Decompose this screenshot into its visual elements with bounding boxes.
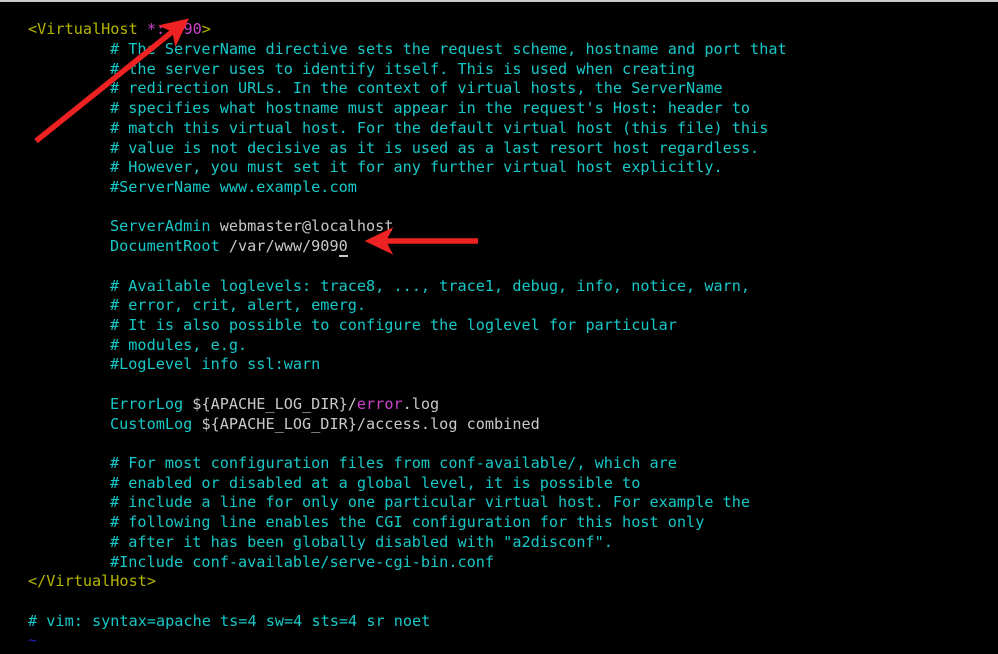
code-token: # redirection URLs. In the context of vi… — [110, 79, 723, 98]
code-token: </VirtualHost> — [28, 572, 157, 591]
code-token: ServerAdmin — [110, 217, 220, 236]
code-line: </VirtualHost> — [0, 572, 998, 592]
code-token: # For most configuration files from conf… — [110, 454, 677, 472]
code-line: ~ — [0, 631, 998, 651]
code-line: ServerAdmin webmaster@localhost — [0, 217, 998, 237]
code-line: # error, crit, alert, emerg. — [0, 296, 998, 316]
code-line: #LogLevel info ssl:warn — [0, 355, 998, 375]
code-token: # match this virtual host. For the defau… — [110, 118, 769, 137]
code-token: # following line enables the CGI configu… — [110, 513, 705, 532]
code-token: # vim: syntax=apache ts=4 sw=4 sts=4 sr … — [28, 611, 431, 630]
code-line: # vim: syntax=apache ts=4 sw=4 sts=4 sr … — [0, 612, 998, 632]
code-token: # error, crit, alert, emerg. — [110, 296, 367, 315]
code-token: # value is not decisive as it is used as… — [110, 138, 760, 157]
code-token: error — [356, 394, 403, 413]
code-line: # enabled or disabled at a global level,… — [0, 474, 998, 494]
code-token: webmaster@localhost — [219, 217, 394, 236]
code-token: CustomLog — [110, 414, 202, 433]
code-line: # specifies what hostname must appear in… — [0, 99, 998, 119]
code-line: # It is also possible to configure the l… — [0, 316, 998, 336]
code-token: # The ServerName directive sets the requ… — [110, 39, 787, 58]
code-line: # after it has been globally disabled wi… — [0, 533, 998, 553]
code-token: # after it has been globally disabled wi… — [110, 532, 613, 551]
code-line: # value is not decisive as it is used as… — [0, 139, 998, 159]
code-token: # It is also possible to configure the l… — [110, 315, 677, 334]
terminal-window[interactable]: <VirtualHost *:9090> # The ServerName dir… — [0, 0, 998, 654]
code-token: #Include conf-available/serve-cgi-bin.co… — [110, 552, 495, 571]
code-token: ${APACHE_LOG_DIR}/access.log combined — [201, 414, 540, 433]
code-line: # include a line for only one particular… — [0, 493, 998, 513]
code-token: .log — [402, 394, 440, 413]
code-token: #ServerName www.example.com — [110, 177, 357, 196]
code-line: # redirection URLs. In the context of vi… — [0, 79, 998, 99]
code-token: # Available loglevels: trace8, ..., trac… — [110, 276, 751, 295]
code-token: ${APACHE_LOG_DIR}/ — [192, 394, 357, 413]
code-line: # modules, e.g. — [0, 336, 998, 356]
code-token: # the server uses to identify itself. Th… — [110, 59, 696, 78]
code-token: DocumentRoot — [110, 237, 229, 256]
code-line: # Available loglevels: trace8, ..., trac… — [0, 277, 998, 297]
code-token: ErrorLog — [110, 394, 193, 413]
code-line: # match this virtual host. For the defau… — [0, 119, 998, 139]
code-token: ~ — [28, 631, 38, 650]
code-line: CustomLog ${APACHE_LOG_DIR}/access.log c… — [0, 415, 998, 435]
code-line: # the server uses to identify itself. Th… — [0, 60, 998, 80]
code-line: <VirtualHost *:9090> — [0, 20, 998, 40]
code-line: # The ServerName directive sets the requ… — [0, 40, 998, 60]
code-line: # following line enables the CGI configu… — [0, 513, 998, 533]
code-line: ErrorLog ${APACHE_LOG_DIR}/error.log — [0, 395, 998, 415]
code-token: > — [201, 20, 211, 39]
code-token: *:9090 — [146, 20, 202, 39]
vim-buffer[interactable]: <VirtualHost *:9090> # The ServerName dir… — [0, 17, 998, 654]
code-token: # include a line for only one particular… — [110, 493, 751, 512]
code-token: # enabled or disabled at a global level,… — [110, 473, 641, 492]
code-line: # For most configuration files from conf… — [0, 454, 998, 474]
code-line: DocumentRoot /var/www/9090 — [0, 237, 998, 258]
code-line: # However, you must set it for any furth… — [0, 158, 998, 178]
code-token: # modules, e.g. — [110, 335, 248, 354]
code-line: #Include conf-available/serve-cgi-bin.co… — [0, 553, 998, 573]
code-line: #ServerName www.example.com — [0, 178, 998, 198]
code-token: 0 — [338, 237, 348, 258]
code-token: <VirtualHost — [28, 20, 147, 39]
code-token: # specifies what hostname must appear in… — [110, 99, 751, 118]
code-token: /var/www/909 — [228, 237, 339, 256]
code-token: # However, you must set it for any furth… — [110, 158, 723, 177]
code-token: #LogLevel info ssl:warn — [110, 355, 321, 374]
